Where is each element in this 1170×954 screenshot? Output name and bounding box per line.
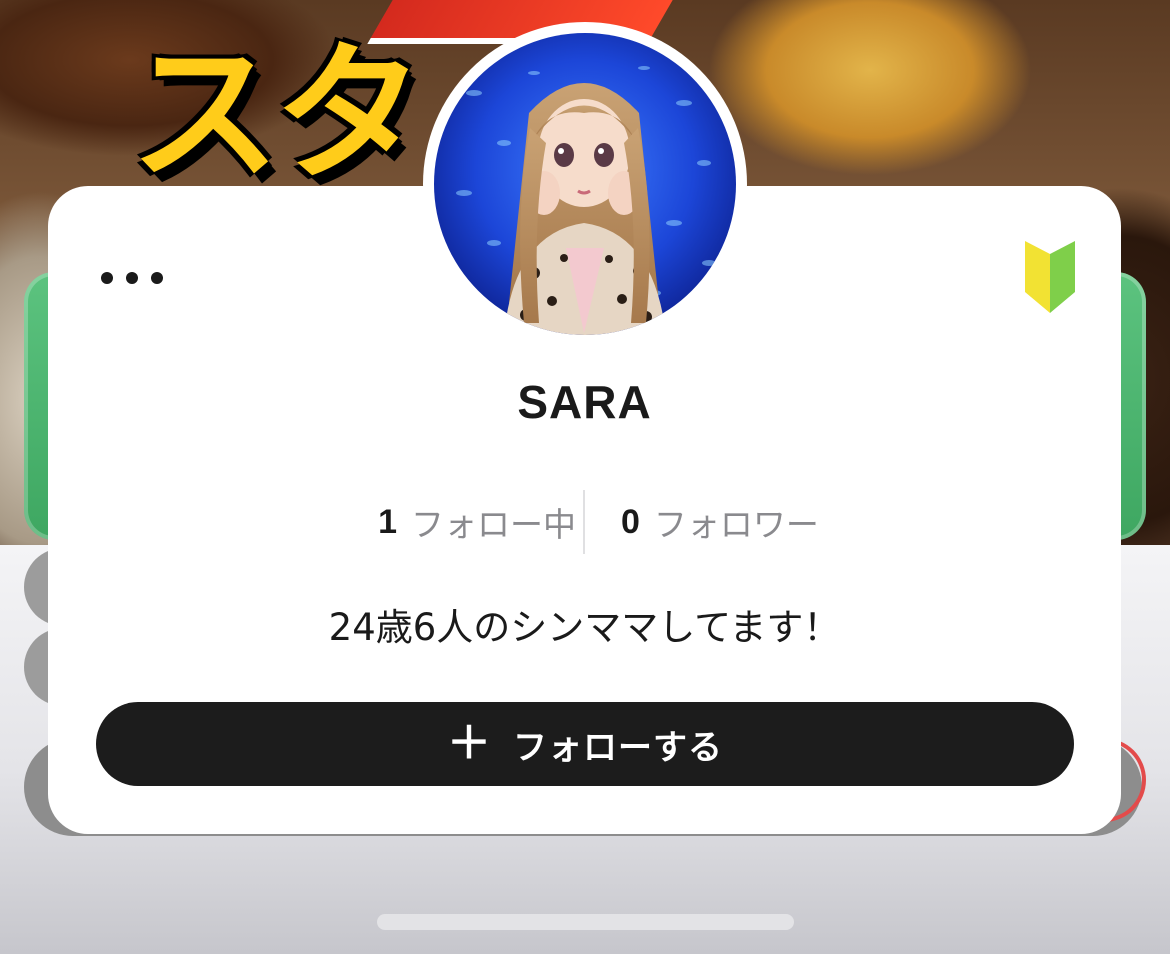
ellipsis-icon-dot xyxy=(151,272,163,284)
followers-label: フォロワー xyxy=(653,505,819,544)
follow-stats: 1 フォロー中 0 フォロワー xyxy=(48,490,1121,554)
following-stat[interactable]: 1 フォロー中 xyxy=(378,490,576,554)
following-label: フォロー中 xyxy=(411,505,576,544)
plus-icon: ＋ xyxy=(447,718,491,769)
profile-bio: 24歳6人のシンママしてます！ xyxy=(328,606,841,649)
followers-stat[interactable]: 0 フォロワー xyxy=(621,490,819,554)
avatar[interactable] xyxy=(434,33,736,335)
following-count: 1 xyxy=(378,502,397,541)
stats-divider xyxy=(583,490,585,554)
follow-button-label: フォローする xyxy=(513,727,723,768)
more-options-button[interactable] xyxy=(84,256,180,300)
ellipsis-icon xyxy=(101,272,113,284)
beginner-mark-icon xyxy=(1022,240,1078,316)
background-title-text: スタ xyxy=(130,28,424,202)
home-indicator[interactable] xyxy=(377,914,794,930)
username: SARA xyxy=(517,376,652,428)
ellipsis-icon-dot xyxy=(126,272,138,284)
followers-count: 0 xyxy=(621,502,640,541)
follow-button[interactable]: ＋ フォローする xyxy=(96,702,1074,786)
